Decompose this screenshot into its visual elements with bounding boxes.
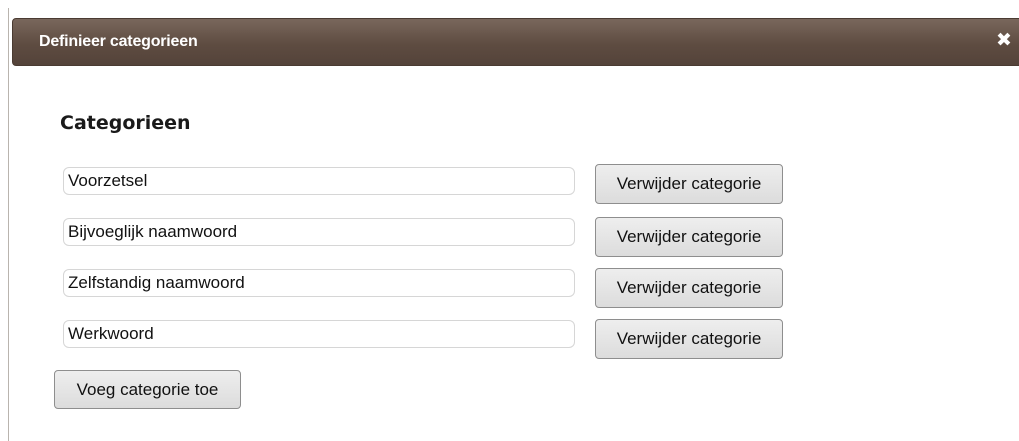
dialog-titlebar[interactable]: Definieer categorieen ✖ xyxy=(12,18,1019,66)
category-name-input[interactable] xyxy=(63,218,575,246)
close-icon[interactable]: ✖ xyxy=(995,31,1013,51)
delete-category-button[interactable]: Verwijder categorie xyxy=(595,268,783,308)
category-name-input[interactable] xyxy=(63,167,575,195)
define-categories-dialog: Definieer categorieen ✖ Categorieen Verw… xyxy=(8,8,1019,441)
delete-category-button[interactable]: Verwijder categorie xyxy=(595,164,783,204)
delete-category-button[interactable]: Verwijder categorie xyxy=(595,217,783,257)
categories-heading: Categorieen xyxy=(60,112,191,134)
category-name-input[interactable] xyxy=(63,269,575,297)
category-name-input[interactable] xyxy=(63,320,575,348)
add-category-button[interactable]: Voeg categorie toe xyxy=(54,370,241,409)
dialog-title: Definieer categorieen xyxy=(39,33,198,50)
delete-category-button[interactable]: Verwijder categorie xyxy=(595,319,783,359)
